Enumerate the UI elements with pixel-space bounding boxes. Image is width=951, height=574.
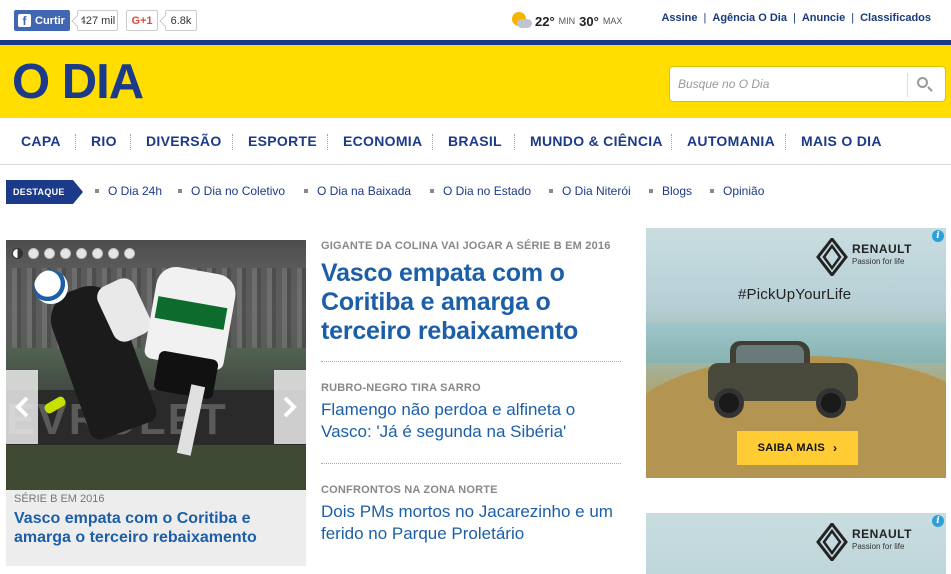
ad-car-image xyxy=(708,333,858,418)
ad-hashtag: #PickUpYourLife xyxy=(738,286,852,303)
min-temperature: 22° xyxy=(535,13,555,29)
slide-headline[interactable]: Vasco empata com o Coritiba e amarga o t… xyxy=(14,509,294,547)
slide-dot[interactable] xyxy=(44,248,55,259)
slide-dot[interactable] xyxy=(108,248,119,259)
ad-info-icon[interactable]: i xyxy=(932,230,944,242)
separator: | xyxy=(703,12,707,24)
nav-capa[interactable]: CAPA xyxy=(21,133,61,149)
story-title[interactable]: Flamengo não perdoa e alfineta o Vasco: … xyxy=(321,399,621,443)
nav-esporte[interactable]: ESPORTE xyxy=(248,133,317,149)
nav-separator xyxy=(785,134,786,150)
nav-separator xyxy=(514,134,515,150)
slide-next-button[interactable] xyxy=(274,370,306,444)
renault-logo-icon xyxy=(816,523,848,561)
search-box xyxy=(669,66,946,102)
facebook-like-count: 427 mil xyxy=(77,10,118,31)
slide-kicker: SÉRIE B EM 2016 xyxy=(14,493,105,505)
chevron-right-icon: › xyxy=(833,441,838,455)
nav-separator xyxy=(75,134,76,150)
nav-brasil[interactable]: BRASIL xyxy=(448,133,502,149)
story-item: CONFRONTOS NA ZONA NORTE Dois PMs mortos… xyxy=(321,484,621,545)
renault-ad-banner[interactable]: i RENAULT Passion for life #PickUpYourLi… xyxy=(646,228,946,478)
min-label: MIN xyxy=(558,16,576,26)
destaque-badge: DESTAQUE xyxy=(6,180,83,204)
nav-separator xyxy=(232,134,233,150)
top-link-anuncie[interactable]: Anuncie xyxy=(802,12,845,24)
facebook-icon: f xyxy=(18,14,31,28)
chevron-left-icon xyxy=(15,396,29,418)
search-divider xyxy=(907,73,908,97)
subnav-item-niteroi[interactable]: O Dia Niterói xyxy=(549,184,631,198)
ad-brand: RENAULT xyxy=(852,527,912,541)
story-title[interactable]: Vasco empata com o Coritiba e amarga o t… xyxy=(321,259,621,346)
story-kicker: RUBRO-NEGRO TIRA SARRO xyxy=(321,382,481,394)
nav-economia[interactable]: ECONOMIA xyxy=(343,133,422,149)
top-link-classificados[interactable]: Classificados xyxy=(860,12,931,24)
slide-dot[interactable] xyxy=(92,248,103,259)
ad-info-icon[interactable]: i xyxy=(932,515,944,527)
ad-cta-label: SAIBA MAIS xyxy=(757,442,826,454)
subnav-item-opiniao[interactable]: Opinião xyxy=(709,184,764,198)
page: f Curtir 427 mil G+1 6.8k 22° MIN 30° MA… xyxy=(0,0,951,574)
subnav-item-blogs[interactable]: Blogs xyxy=(648,184,692,198)
story-title[interactable]: Dois PMs mortos no Jacarezinho e um feri… xyxy=(321,501,621,545)
nav-rio[interactable]: RIO xyxy=(91,133,117,149)
subnav-item-coletivo[interactable]: O Dia no Coletivo xyxy=(177,184,285,198)
slide-dot[interactable] xyxy=(124,248,135,259)
nav-separator xyxy=(432,134,433,150)
facebook-like-label: Curtir xyxy=(35,14,65,27)
slide-prev-button[interactable] xyxy=(6,370,38,444)
brand-header: O DIA xyxy=(0,40,951,118)
top-bar: f Curtir 427 mil G+1 6.8k 22° MIN 30° MA… xyxy=(0,0,951,40)
gplus-count: 6.8k xyxy=(165,10,197,31)
separator: | xyxy=(792,12,796,24)
partly-cloudy-icon xyxy=(511,11,533,31)
max-label: MAX xyxy=(602,16,623,26)
nav-automania[interactable]: AUTOMANIA xyxy=(687,133,775,149)
main-navigation: CAPA RIO DIVERSÃO ESPORTE ECONOMIA BRASI… xyxy=(0,118,951,165)
nav-separator xyxy=(671,134,672,150)
ad-brand: RENAULT xyxy=(852,242,912,256)
weather-widget[interactable]: 22° MIN 30° MAX xyxy=(511,10,626,32)
nav-separator xyxy=(327,134,328,150)
ad-tagline: Passion for life xyxy=(852,257,905,266)
top-link-agencia[interactable]: Agência O Dia xyxy=(712,12,787,24)
max-temperature: 30° xyxy=(579,13,599,29)
gplus-button[interactable]: G+1 xyxy=(126,10,158,31)
nav-diversao[interactable]: DIVERSÃO xyxy=(146,133,222,149)
facebook-like-button[interactable]: f Curtir xyxy=(14,10,70,31)
slide-dot[interactable] xyxy=(12,248,23,259)
renault-ad-banner-2[interactable]: i RENAULT Passion for life xyxy=(646,513,946,574)
story-item: GIGANTE DA COLINA VAI JOGAR A SÉRIE B EM… xyxy=(321,240,621,346)
story-divider xyxy=(321,463,621,464)
search-button[interactable] xyxy=(914,75,936,95)
site-logo[interactable]: O DIA xyxy=(12,55,144,109)
subnav-item-baixada[interactable]: O Dia na Baixada xyxy=(303,184,411,198)
story-kicker: CONFRONTOS NA ZONA NORTE xyxy=(321,484,498,496)
nav-separator xyxy=(130,134,131,150)
story-kicker: GIGANTE DA COLINA VAI JOGAR A SÉRIE B EM… xyxy=(321,240,611,252)
slide-dot[interactable] xyxy=(28,248,39,259)
nav-mundo-ciencia[interactable]: MUNDO & CIÊNCIA xyxy=(530,133,663,149)
subnav-item-24h[interactable]: O Dia 24h xyxy=(94,184,162,198)
chevron-right-icon xyxy=(283,396,297,418)
ad-cta-button[interactable]: SAIBA MAIS › xyxy=(737,431,858,465)
subnav-item-estado[interactable]: O Dia no Estado xyxy=(429,184,531,198)
slide-dot[interactable] xyxy=(60,248,71,259)
separator: | xyxy=(851,12,855,24)
highlights-bar: DESTAQUE O Dia 24h O Dia no Coletivo O D… xyxy=(0,175,951,207)
top-links: Assine | Agência O Dia | Anuncie | Class… xyxy=(661,12,931,24)
story-divider xyxy=(321,361,621,362)
story-item: RUBRO-NEGRO TIRA SARRO Flamengo não perd… xyxy=(321,382,621,443)
photo-slideshow: EVROLET SÉRIE B EM 2016 Vasco empata com… xyxy=(6,240,306,566)
slide-dots xyxy=(12,248,140,259)
top-link-assine[interactable]: Assine xyxy=(661,12,697,24)
renault-logo-icon xyxy=(816,238,848,276)
slide-dot[interactable] xyxy=(76,248,87,259)
nav-mais-o-dia[interactable]: MAIS O DIA xyxy=(801,133,882,149)
search-input[interactable] xyxy=(678,74,898,94)
ad-tagline: Passion for life xyxy=(852,542,905,551)
slide-photo[interactable]: EVROLET xyxy=(6,240,306,490)
